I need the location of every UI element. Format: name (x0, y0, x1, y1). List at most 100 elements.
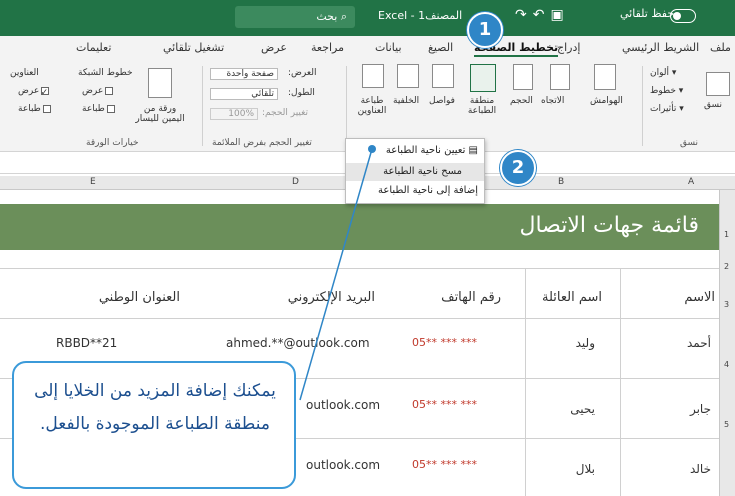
search-icon: ⌕ (340, 10, 347, 23)
row-header[interactable]: 5 (724, 420, 729, 429)
cell-phone[interactable]: 05** *** *** (412, 336, 477, 349)
print-area-button[interactable]: منطقة الطباعة (460, 96, 504, 116)
tab-data[interactable]: بيانات (375, 41, 402, 54)
redo-icon[interactable]: ↷ (515, 7, 533, 23)
headings-print-checkbox[interactable]: طباعة (18, 104, 51, 114)
cell-phone[interactable]: 05** *** *** (412, 458, 477, 471)
header-last-name[interactable]: اسم العائلة (542, 290, 602, 305)
row-headers: 1 2 3 4 5 (719, 190, 735, 496)
scale-group-label: تغيير الحجم بفرض الملائمة (212, 138, 312, 148)
menu-item-set-print-area[interactable]: ▤ تعيين ناحية الطباعة (386, 145, 478, 156)
quick-access-toolbar[interactable]: ↷↶▣ (515, 7, 570, 23)
autosave-label: حفظ تلقائي (620, 7, 675, 20)
breaks-icon[interactable] (432, 64, 454, 88)
themes-label: نسق (704, 100, 723, 110)
search-box[interactable]: ⌕ بحث (235, 6, 355, 28)
divider (346, 66, 347, 146)
scale-label: تغيير الحجم: (262, 108, 308, 118)
print-area-menu: ▤ تعيين ناحية الطباعة مسح ناحية الطباعة … (345, 138, 485, 204)
cell-address[interactable]: RBBD**21 (56, 336, 117, 350)
column-header-b[interactable]: B (558, 177, 564, 187)
background-icon[interactable] (397, 64, 419, 88)
row-header[interactable]: 4 (724, 360, 729, 369)
tab-review[interactable]: مراجعة (311, 41, 344, 54)
divider (202, 66, 203, 146)
header-email[interactable]: البريد الإلكتروني (288, 290, 375, 305)
sheet-rtl-icon[interactable] (148, 68, 172, 98)
background-label[interactable]: الخلفية (393, 96, 419, 106)
callout-box: يمكنك إضافة المزيد من الخلايا إلى منطقة … (12, 361, 296, 489)
grid-line (0, 318, 719, 319)
margins-icon[interactable] (594, 64, 616, 90)
header-address[interactable]: العنوان الوطني (99, 290, 180, 305)
cell-email[interactable]: outlook.com (306, 458, 380, 472)
headings-label: العناوين (10, 68, 39, 78)
size-label[interactable]: الحجم (510, 96, 533, 106)
headings-view-checkbox[interactable]: ✓عرض (18, 86, 50, 98)
tab-automate[interactable]: تشغيل تلقائي (163, 41, 224, 54)
breaks-label[interactable]: فواصل (429, 96, 455, 106)
scale-input[interactable]: 100% (210, 108, 258, 120)
row-header[interactable]: 3 (724, 300, 729, 309)
title-bar: ⌕ بحث Excel - 1المصنف ↷↶▣ حفظ تلقائي (0, 0, 735, 36)
print-area-icon[interactable] (470, 64, 496, 92)
search-label: بحث (316, 10, 338, 23)
save-icon[interactable]: ▣ (550, 7, 569, 23)
row-header[interactable]: 2 (724, 262, 729, 271)
column-header-e[interactable]: E (90, 177, 96, 187)
sheet-title: قائمة جهات الاتصال (519, 213, 699, 238)
cell-last-name[interactable]: يحيى (570, 402, 595, 416)
ribbon-tabs: ملف الشريط الرئيسي إدراج تخطيط الصفحة ال… (0, 36, 735, 60)
cell-first-name[interactable]: أحمد (687, 336, 711, 350)
gridlines-print-checkbox[interactable]: طباعة (82, 104, 115, 114)
cell-last-name[interactable]: وليد (576, 336, 595, 350)
orientation-icon[interactable] (550, 64, 570, 90)
callout-text: يمكنك إضافة المزيد من الخلايا إلى منطقة … (34, 381, 276, 434)
column-header-a[interactable]: A (688, 177, 694, 187)
print-titles-icon[interactable] (362, 64, 384, 88)
grid-line (620, 268, 621, 496)
effects-button[interactable]: ▾ تأثيرات (650, 104, 684, 114)
tab-file[interactable]: ملف (710, 41, 731, 54)
divider (642, 66, 643, 146)
cell-first-name[interactable]: خالد (690, 462, 711, 476)
height-select[interactable]: تلقائي (210, 88, 278, 100)
step-badge-1: 1 (467, 12, 503, 48)
width-label: العرض: (288, 68, 317, 78)
tab-view[interactable]: عرض (261, 41, 287, 54)
orientation-label[interactable]: الاتجاه (541, 96, 564, 106)
column-header-d[interactable]: D (292, 177, 299, 187)
cell-last-name[interactable]: بلال (576, 462, 595, 476)
menu-item-add-to-print-area[interactable]: إضافة إلى ناحية الطباعة (378, 185, 478, 196)
app-title: Excel - 1المصنف (378, 9, 463, 22)
gridlines-view-checkbox[interactable]: عرض (82, 86, 114, 96)
sheet-options-label: خيارات الورقة (86, 138, 139, 148)
cell-email[interactable]: outlook.com (306, 398, 380, 412)
grid-line (0, 268, 719, 269)
margins-label[interactable]: الهوامش (590, 96, 623, 106)
menu-item-clear-print-area[interactable]: مسح ناحية الطباعة (346, 163, 484, 181)
header-phone[interactable]: رقم الهاتف (441, 290, 501, 305)
cell-first-name[interactable]: جابر (690, 402, 711, 416)
cell-phone[interactable]: 05** *** *** (412, 398, 477, 411)
tab-insert[interactable]: إدراج (557, 41, 580, 54)
colors-button[interactable]: ▾ ألوان (650, 68, 676, 78)
tab-home[interactable]: الشريط الرئيسي (622, 41, 699, 54)
grid-line (525, 268, 526, 496)
gridlines-label: خطوط الشبكة (78, 68, 133, 78)
row-header[interactable]: 1 (724, 230, 729, 239)
undo-icon[interactable]: ↶ (533, 7, 551, 23)
size-icon[interactable] (513, 64, 533, 90)
fonts-button[interactable]: ▾ خطوط (650, 86, 683, 96)
header-first-name[interactable]: الاسم (684, 290, 715, 305)
print-titles-label[interactable]: طباعة العناوين (356, 96, 388, 116)
height-label: الطول: (288, 88, 315, 98)
tab-formulas[interactable]: الصيغ (428, 41, 453, 54)
width-select[interactable]: صفحة واحدة (210, 68, 278, 80)
sheet-rtl-button[interactable]: ورقة من اليمين لليسار (132, 104, 188, 124)
cell-email[interactable]: ahmed.**@outlook.com (226, 336, 370, 350)
tab-help[interactable]: تعليمات (76, 41, 111, 54)
themes-icon[interactable] (706, 72, 730, 96)
sheet-title-banner[interactable]: قائمة جهات الاتصال (0, 204, 719, 250)
themes-group-label: نسق (680, 138, 699, 148)
